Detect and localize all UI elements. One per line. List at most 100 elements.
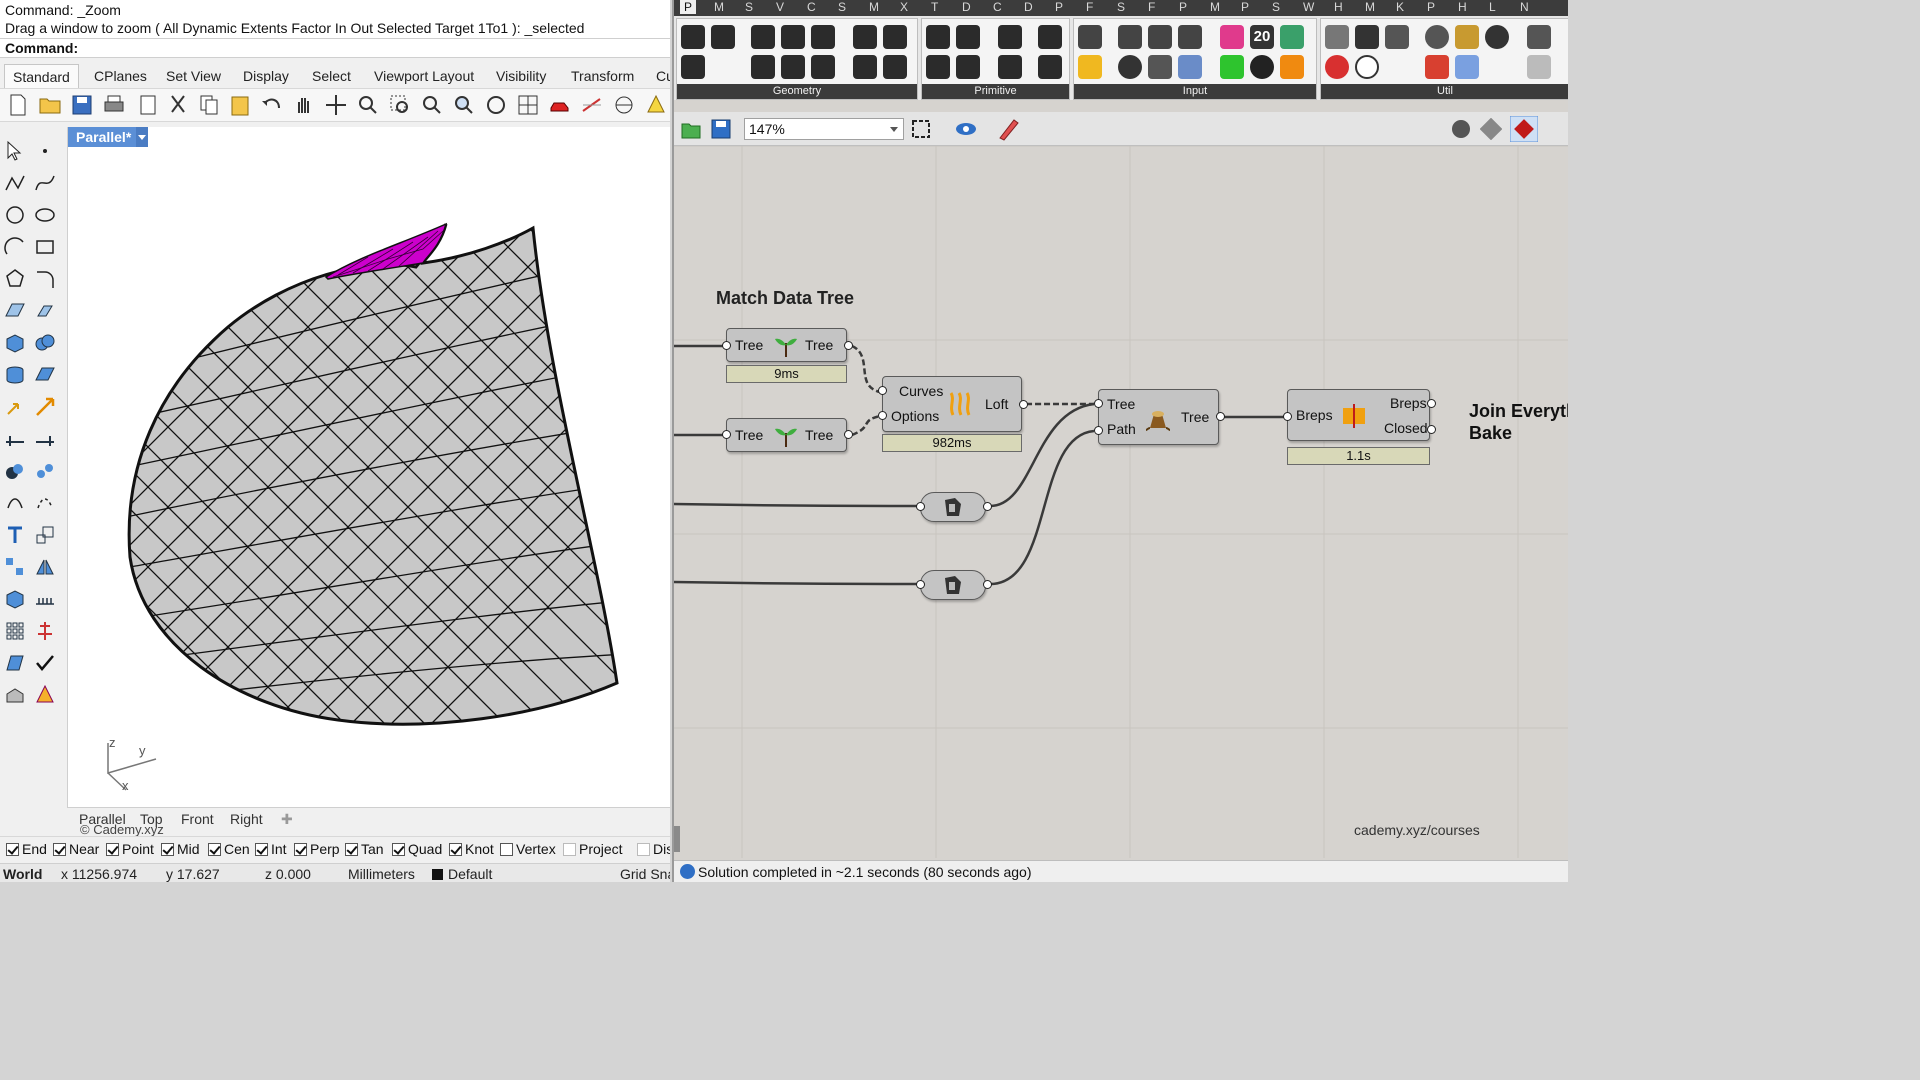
zoom-dropdown[interactable]: 147% (744, 118, 904, 140)
path-mapper-component[interactable]: Tree Path Tree (1098, 389, 1219, 445)
data-recorder-icon[interactable] (1425, 55, 1449, 79)
render-icon[interactable] (580, 93, 604, 117)
scale-icon[interactable] (34, 524, 56, 546)
polygon-icon[interactable] (4, 268, 26, 290)
note-text[interactable]: Join Everyth Bake (1469, 400, 1568, 444)
osnap-vertex[interactable]: Vertex (500, 841, 556, 857)
undo-icon[interactable] (260, 93, 284, 117)
solid-tools-icon[interactable] (4, 460, 26, 482)
paste-icon[interactable] (228, 93, 252, 117)
ellipse-icon[interactable] (34, 204, 56, 226)
box-param-icon[interactable] (811, 55, 835, 79)
grid-ruler-icon[interactable] (34, 588, 56, 610)
tab-select[interactable]: Select (304, 64, 359, 88)
colour-param-icon[interactable] (998, 25, 1022, 49)
gumball-icon[interactable] (612, 93, 636, 117)
zoom-selected-icon[interactable] (452, 93, 476, 117)
category-tab[interactable]: L (1489, 0, 1496, 14)
ribbon-group-label[interactable]: Util (1321, 84, 1568, 99)
preview-wire-icon[interactable] (1480, 118, 1502, 140)
osnap-perp[interactable]: Perp (294, 841, 340, 857)
select-arrow-icon[interactable] (4, 140, 26, 162)
geometry-param-icon[interactable] (681, 25, 705, 49)
osnap-knot-checkbox[interactable] (449, 842, 462, 856)
category-tab[interactable]: T (931, 0, 938, 14)
osnap-near[interactable]: Near (53, 841, 99, 857)
four-viewports-icon[interactable] (516, 93, 540, 117)
output-grip[interactable] (844, 341, 853, 350)
grid-snap-toggle[interactable]: Grid Sna (620, 866, 670, 882)
material-icon[interactable] (34, 684, 56, 706)
cplane-indicator[interactable]: World (3, 866, 42, 882)
tab-visibility[interactable]: Visibility (488, 64, 554, 88)
input-grip[interactable] (1094, 399, 1103, 408)
category-tab[interactable]: D (962, 0, 971, 14)
osnap-cen-checkbox[interactable] (208, 842, 221, 856)
page-layout-icon[interactable] (136, 93, 160, 117)
box-icon[interactable] (4, 332, 26, 354)
category-tab[interactable]: C (807, 0, 816, 14)
viewport-parallel[interactable]: Parallel* z y x (67, 127, 670, 807)
mesh-icon[interactable] (34, 364, 56, 386)
grasshopper-canvas[interactable]: Match Data Tree Tree Tree 9ms Tree Tree … (674, 146, 1568, 858)
category-tab[interactable]: P (1427, 0, 1435, 14)
osnap-int[interactable]: Int (255, 841, 287, 857)
category-tab[interactable]: M (1210, 0, 1220, 14)
save-icon[interactable] (70, 93, 94, 117)
tab-cplanes[interactable]: CPlanes (86, 64, 155, 88)
import-icon[interactable] (1280, 55, 1304, 79)
block-icon[interactable] (4, 588, 26, 610)
value-list-icon[interactable] (1148, 55, 1172, 79)
ribbon-group-label[interactable]: Input (1074, 84, 1316, 99)
polyline-icon[interactable] (4, 172, 26, 194)
render-objects-icon[interactable] (4, 684, 26, 706)
category-tab[interactable]: M (869, 0, 879, 14)
pan-hand-icon[interactable] (292, 93, 316, 117)
preview-eye-icon[interactable] (954, 118, 984, 140)
osnap-point[interactable]: Point (106, 841, 154, 857)
geometry-param-component[interactable] (920, 492, 986, 522)
osnap-point-checkbox[interactable] (106, 842, 119, 856)
input-grip[interactable] (722, 430, 731, 439)
category-tab[interactable]: N (1520, 0, 1529, 14)
rotate-icon[interactable] (484, 93, 508, 117)
osnap-mid[interactable]: Mid (161, 841, 200, 857)
plane-param-icon[interactable] (781, 55, 805, 79)
arrow-outline-icon[interactable] (1527, 55, 1551, 79)
print-icon[interactable] (102, 93, 126, 117)
category-tab[interactable]: S (838, 0, 846, 14)
category-tab[interactable]: H (1458, 0, 1467, 14)
category-tab[interactable]: M (1365, 0, 1375, 14)
zoom-extents-icon[interactable] (910, 118, 936, 140)
rotate-view-icon[interactable] (324, 93, 348, 117)
osnap-vertex-checkbox[interactable] (500, 842, 513, 856)
ribbon-group-label[interactable]: Primitive (922, 84, 1069, 99)
number-slider-icon[interactable] (1148, 25, 1172, 49)
dimension-2-icon[interactable] (34, 428, 56, 450)
integer-param-icon[interactable] (956, 25, 980, 49)
category-tab[interactable]: F (1086, 0, 1093, 14)
boolean-toggle-icon[interactable] (1118, 25, 1142, 49)
osnap-quad-checkbox[interactable] (392, 842, 405, 856)
command-prompt[interactable]: Command: (0, 38, 670, 58)
mirror-icon[interactable] (34, 556, 56, 578)
category-tab[interactable]: W (1303, 0, 1314, 14)
loft-component[interactable]: Curves Options Loft (882, 376, 1022, 432)
category-tab-params[interactable]: P (680, 0, 697, 14)
osnap-quad[interactable]: Quad (392, 841, 442, 857)
boolean-param-icon[interactable] (926, 25, 950, 49)
osnap-int-checkbox[interactable] (255, 842, 268, 856)
pencil-icon[interactable] (1455, 25, 1479, 49)
category-tab[interactable]: V (776, 0, 784, 14)
field-param-icon[interactable] (883, 55, 907, 79)
sketch-pen-icon[interactable] (996, 116, 1022, 142)
preview-shaded-icon[interactable] (1450, 118, 1472, 140)
cut-icon[interactable] (166, 93, 190, 117)
galapagos-icon[interactable] (1355, 25, 1379, 49)
osnap-end[interactable]: End (6, 841, 47, 857)
viewport-tab-front[interactable]: Front (181, 811, 214, 827)
current-layer[interactable]: Default (448, 866, 492, 882)
array-grid-icon[interactable] (4, 620, 26, 642)
tab-display[interactable]: Display (235, 64, 297, 88)
output-grip[interactable] (844, 430, 853, 439)
